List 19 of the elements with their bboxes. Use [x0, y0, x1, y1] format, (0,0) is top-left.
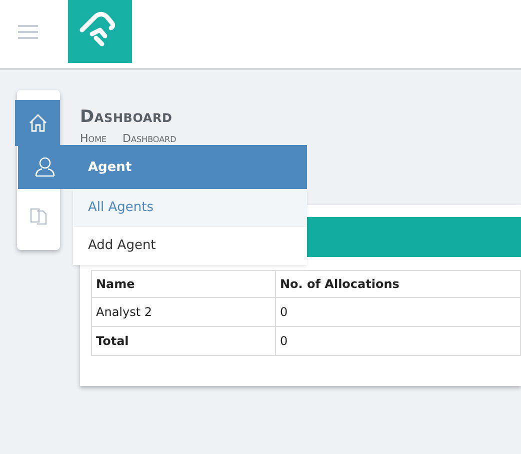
breadcrumb-item[interactable]: Home [80, 132, 107, 145]
home-icon [28, 113, 48, 133]
table-cell: 0 [276, 298, 520, 326]
menu-item[interactable]: All Agents [73, 189, 307, 227]
logo[interactable] [68, 0, 132, 63]
menu-title: Agent [88, 160, 132, 174]
table-cell: 0 [276, 326, 520, 356]
breadcrumb-item: Dashboard [122, 132, 176, 145]
column-header: Name [92, 270, 276, 298]
table-cell: Analyst 2 [92, 298, 276, 326]
table-cell: Total [92, 326, 276, 356]
sidebar-item[interactable] [15, 100, 60, 146]
documents-icon [28, 206, 48, 226]
menu-header[interactable]: Agent [18, 145, 307, 189]
user-icon [34, 156, 56, 178]
menu-icon[interactable] [18, 25, 38, 39]
menu-item[interactable]: Add Agent [73, 227, 307, 265]
page-title: Dashboard [80, 107, 174, 127]
column-header: No. of Allocations [276, 270, 520, 298]
